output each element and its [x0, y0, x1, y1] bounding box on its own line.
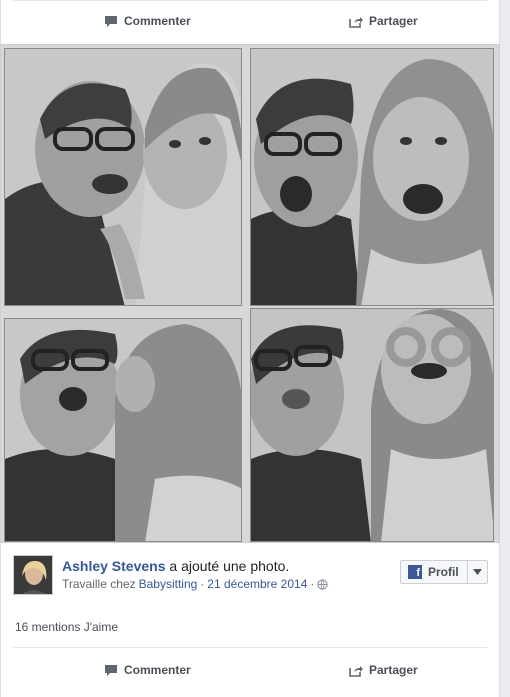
profile-button-label: Profil	[428, 565, 459, 579]
previous-post-actions: Commenter Partager	[0, 0, 500, 44]
divider	[13, 0, 487, 1]
author-name-link[interactable]: Ashley Stevens	[62, 558, 166, 574]
meta-prefix: Travaille chez	[62, 577, 136, 591]
comment-button[interactable]: Commenter	[104, 14, 191, 28]
likes-count-link[interactable]: 16 mentions J'aime	[15, 620, 118, 634]
share-button[interactable]: Partager	[349, 663, 418, 677]
share-label: Partager	[369, 663, 418, 677]
photo-frame-4-image	[251, 309, 493, 541]
post-date-link[interactable]: 21 décembre 2014	[207, 577, 307, 591]
facebook-icon: f	[408, 565, 422, 579]
comment-button[interactable]: Commenter	[104, 663, 191, 677]
globe-icon[interactable]	[317, 578, 329, 590]
post-photo[interactable]	[0, 44, 500, 543]
chevron-down-icon	[473, 569, 482, 575]
photo-frame-2-image	[251, 49, 493, 305]
photo-frame-1	[4, 48, 242, 306]
profile-button[interactable]: f Profil	[400, 560, 488, 584]
photo-frame-2	[250, 48, 494, 306]
comment-icon	[105, 664, 117, 676]
comment-label: Commenter	[124, 663, 191, 677]
meta-separator: ·	[200, 577, 205, 591]
photo-frame-3	[4, 318, 242, 542]
share-label: Partager	[369, 14, 418, 28]
photo-frame-4	[250, 308, 494, 542]
post-footer: Ashley Stevens a ajouté une photo. Trava…	[0, 543, 500, 697]
profile-menu-button[interactable]	[467, 561, 487, 583]
share-button[interactable]: Partager	[349, 14, 418, 28]
photo-frame-3-image	[5, 319, 241, 541]
post-meta: Travaille chez Babysitting · 21 décembre…	[62, 577, 329, 591]
meta-separator: ·	[310, 577, 315, 591]
post-action-text: a ajouté une photo.	[169, 558, 290, 574]
post-actions: Commenter Partager	[1, 647, 499, 697]
share-icon	[349, 16, 363, 28]
workplace-link[interactable]: Babysitting	[139, 577, 198, 591]
post-author-line: Ashley Stevens a ajouté une photo.	[62, 558, 289, 574]
comment-label: Commenter	[124, 14, 191, 28]
share-icon	[349, 665, 363, 677]
avatar[interactable]	[13, 555, 53, 595]
photo-frame-1-image	[5, 49, 241, 305]
comment-icon	[105, 15, 117, 27]
avatar-image	[14, 556, 52, 594]
